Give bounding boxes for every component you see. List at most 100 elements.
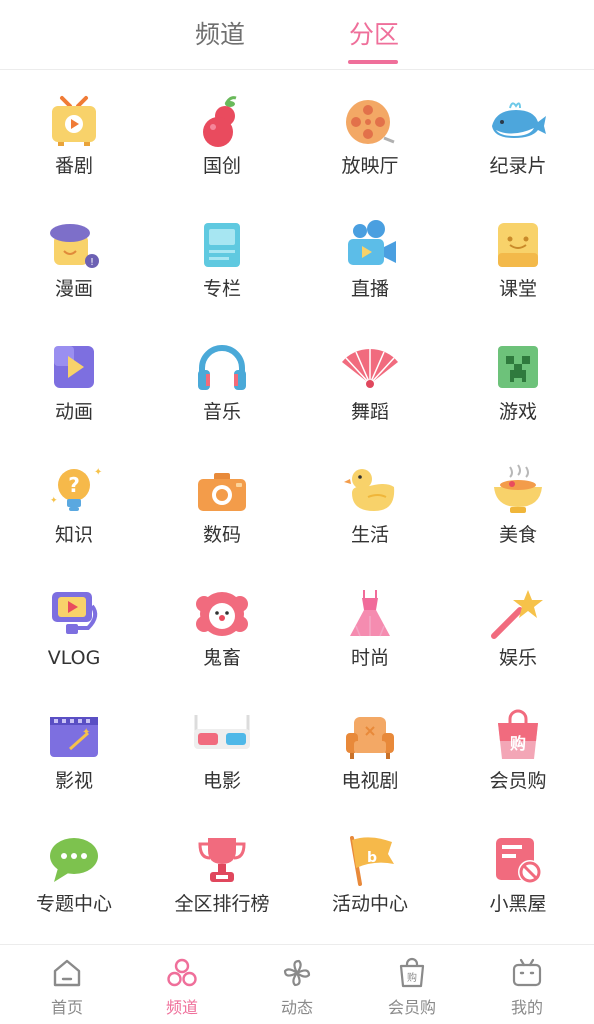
flag-icon: b: [340, 832, 400, 888]
shopping-bag-icon: 购: [488, 709, 548, 765]
star-wand-icon: [488, 586, 548, 642]
category-label: 电影: [202, 770, 241, 792]
smiley-block-icon: [488, 217, 548, 273]
video-selfie-icon: [44, 586, 104, 642]
svg-text:✦: ✦: [94, 467, 102, 478]
category-item[interactable]: 小黑屋: [444, 808, 592, 931]
category-label: VLOG: [47, 647, 101, 669]
category-item[interactable]: ✦ 影视: [0, 685, 148, 808]
category-label: 动画: [54, 401, 93, 423]
category-label: 直播: [350, 278, 389, 300]
category-item[interactable]: 全区排行榜: [148, 808, 296, 931]
nav-label: 频道: [165, 998, 198, 1017]
category-label: 活动中心: [331, 893, 408, 915]
category-item[interactable]: 电影: [148, 685, 296, 808]
category-label: 纪录片: [489, 155, 547, 177]
category-item[interactable]: 纪录片: [444, 70, 592, 193]
video-camera-icon: [340, 217, 400, 273]
category-item[interactable]: 时尚: [296, 562, 444, 685]
category-label: 漫画: [54, 278, 93, 300]
category-item[interactable]: 国创: [148, 70, 296, 193]
article-icon: [192, 217, 252, 273]
category-item[interactable]: 音乐: [148, 316, 296, 439]
nav-mine[interactable]: 我的: [468, 945, 586, 1024]
svg-text:?: ?: [68, 473, 80, 497]
duck-icon: [340, 463, 400, 519]
question-bulb-icon: ? ✦ ✦: [44, 463, 104, 519]
category-label: 专题中心: [35, 893, 112, 915]
category-item[interactable]: 鬼畜: [148, 562, 296, 685]
headphones-icon: [192, 340, 252, 396]
chat-bubble-icon: [44, 832, 104, 888]
category-label: 放映厅: [341, 155, 399, 177]
nav-dynamics[interactable]: 动态: [238, 945, 356, 1024]
category-label: 影视: [54, 770, 93, 792]
gourd-icon: [192, 94, 252, 150]
armchair-icon: [340, 709, 400, 765]
trophy-icon: [192, 832, 252, 888]
category-item[interactable]: VLOG: [0, 562, 148, 685]
category-item[interactable]: 购 会员购: [444, 685, 592, 808]
category-item[interactable]: 课堂: [444, 193, 592, 316]
folding-fan-icon: [340, 340, 400, 396]
category-label: 美食: [498, 524, 537, 546]
category-label: 专栏: [202, 278, 241, 300]
bottom-nav: 首页 频道 动态 购 会员购 我的: [0, 944, 594, 1024]
nav-label: 首页: [50, 998, 83, 1017]
pinwheel-icon: [281, 957, 313, 989]
category-item[interactable]: 电视剧: [296, 685, 444, 808]
nav-home[interactable]: 首页: [8, 945, 126, 1024]
active-tab-indicator: [348, 60, 398, 64]
category-item[interactable]: b 活动中心: [296, 808, 444, 931]
category-item[interactable]: 游戏: [444, 316, 592, 439]
category-item[interactable]: 美食: [444, 439, 592, 562]
nav-channels[interactable]: 频道: [123, 945, 241, 1024]
camera-icon: [192, 463, 252, 519]
category-item[interactable]: ? ✦ ✦ 知识: [0, 439, 148, 562]
category-item[interactable]: 生活: [296, 439, 444, 562]
category-label: 时尚: [350, 647, 389, 669]
svg-text:b: b: [367, 850, 377, 866]
svg-text:购: 购: [407, 971, 417, 984]
tab-channels[interactable]: 频道: [160, 18, 280, 52]
category-label: 课堂: [498, 278, 537, 300]
category-label: 国创: [202, 155, 241, 177]
play-box-icon: [44, 340, 104, 396]
svg-text:购: 购: [510, 734, 526, 753]
clapper-board-icon: ✦: [44, 709, 104, 765]
category-label: 数码: [202, 524, 241, 546]
film-reel-icon: [340, 94, 400, 150]
category-item[interactable]: 舞蹈: [296, 316, 444, 439]
bilibili-tv-icon: [511, 957, 543, 989]
shopping-bag-icon: 购: [396, 957, 428, 989]
category-item[interactable]: 娱乐: [444, 562, 592, 685]
category-label: 生活: [350, 524, 389, 546]
category-item[interactable]: 专题中心: [0, 808, 148, 931]
top-tab-bar: 频道 分区: [0, 0, 594, 70]
category-label: 娱乐: [498, 647, 537, 669]
home-icon: [51, 957, 83, 989]
category-item[interactable]: ! 漫画: [0, 193, 148, 316]
category-item[interactable]: 数码: [148, 439, 296, 562]
dress-icon: [340, 586, 400, 642]
clown-icon: [192, 586, 252, 642]
channels-icon: [166, 957, 198, 989]
tab-zones[interactable]: 分区: [314, 18, 434, 52]
category-label: 小黑屋: [489, 893, 547, 915]
category-item[interactable]: 番剧: [0, 70, 148, 193]
category-label: 舞蹈: [350, 401, 389, 423]
food-bowl-icon: [488, 463, 548, 519]
category-item[interactable]: 直播: [296, 193, 444, 316]
category-label: 番剧: [54, 155, 93, 177]
category-item[interactable]: 放映厅: [296, 70, 444, 193]
category-item[interactable]: 专栏: [148, 193, 296, 316]
nav-label: 动态: [280, 998, 313, 1017]
category-label: 知识: [54, 524, 93, 546]
category-label: 会员购: [489, 770, 547, 792]
tv-icon: [44, 94, 104, 150]
nav-member-shop[interactable]: 购 会员购: [353, 945, 471, 1024]
category-item[interactable]: 动画: [0, 316, 148, 439]
nav-label: 会员购: [387, 998, 436, 1017]
banned-card-icon: [488, 832, 548, 888]
3d-glasses-icon: [192, 709, 252, 765]
